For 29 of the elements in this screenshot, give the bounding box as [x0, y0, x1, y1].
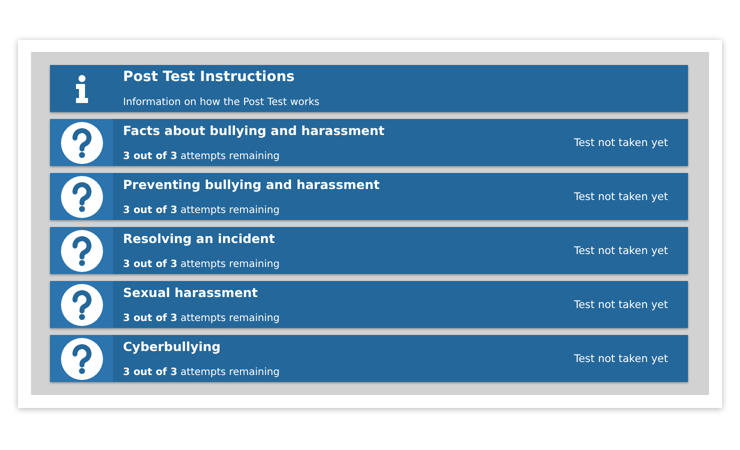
row-title: Cyberbullying — [123, 339, 222, 354]
help-icon — [60, 284, 102, 326]
test-row[interactable]: Sexual harassment 3 out of 3 attempts remaining Test not taken yet — [50, 281, 688, 328]
test-row[interactable]: Resolving an incident 3 out of 3 attempts remaining Test not taken yet — [50, 227, 688, 274]
attempts-text: 3 out of 3 attempts remaining — [123, 205, 281, 216]
row-title: Facts about bullying and harassment — [123, 123, 386, 138]
test-row[interactable]: Preventing bullying and harassment 3 out of 3 attempts remaining Test not taken yet — [50, 173, 688, 220]
status-text: Test not taken yet — [574, 190, 669, 202]
info-icon — [74, 74, 88, 102]
row-title: Resolving an incident — [123, 231, 276, 246]
status-text: Test not taken yet — [574, 352, 669, 364]
test-row[interactable]: Facts about bullying and harassment 3 out of 3 attempts remaining Test not taken yet — [50, 119, 688, 166]
attempts-text: 3 out of 3 attempts remaining — [123, 151, 281, 162]
attempts-text: 3 out of 3 attempts remaining — [123, 259, 281, 270]
status-text: Test not taken yet — [574, 244, 669, 256]
row-title: Sexual harassment — [123, 285, 259, 300]
help-icon — [60, 338, 102, 380]
row-title: Post Test Instructions — [123, 69, 296, 85]
row-title: Preventing bullying and harassment — [123, 177, 381, 192]
status-text: Test not taken yet — [574, 136, 669, 148]
row-description: Information on how the Post Test works — [123, 97, 320, 108]
help-icon — [60, 230, 102, 272]
attempts-text: 3 out of 3 attempts remaining — [123, 367, 281, 378]
attempts-text: 3 out of 3 attempts remaining — [123, 313, 281, 324]
help-icon — [60, 122, 102, 164]
test-row[interactable]: Cyberbullying 3 out of 3 attempts remaining Test not taken yet — [50, 335, 688, 382]
help-icon — [60, 176, 102, 218]
instructions-row[interactable]: Post Test Instructions Information on how the Post Test works — [50, 65, 688, 112]
status-text: Test not taken yet — [574, 298, 669, 310]
